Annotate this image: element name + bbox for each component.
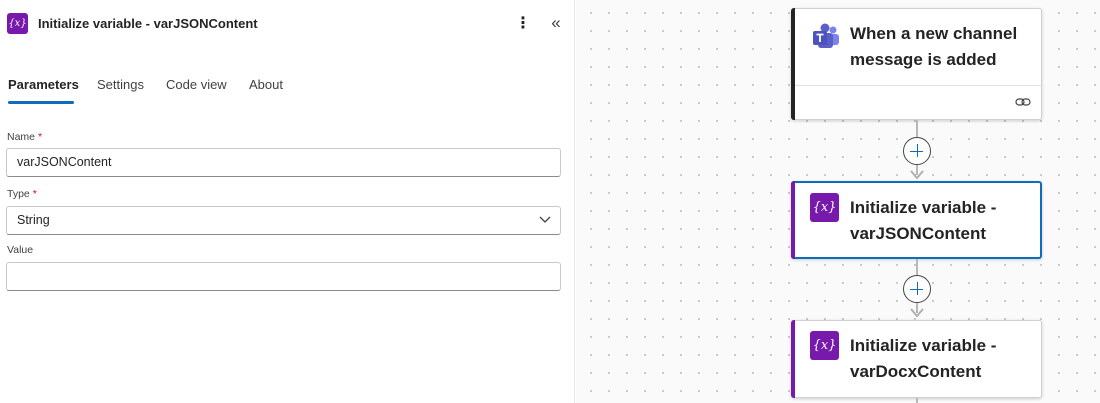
teams-icon — [813, 23, 839, 48]
plus-icon-v — [916, 282, 918, 295]
trigger-title-line2: message is added — [850, 50, 997, 69]
required-marker: * — [38, 131, 43, 143]
app-root: {x} Initialize variable - varJSONContent… — [0, 0, 1100, 403]
link-icon[interactable] — [1015, 95, 1031, 109]
action-title-line1: Initialize variable - — [850, 336, 997, 355]
more-options-icon[interactable]: ⋮ — [514, 13, 532, 35]
type-label: Type * — [7, 188, 37, 200]
connector-arrow-icon — [910, 170, 924, 180]
variable-icon: {x} — [7, 13, 28, 34]
tab-code-view[interactable]: Code view — [166, 72, 227, 106]
trigger-title-line1: When a new channel — [850, 24, 1018, 43]
name-input[interactable]: varJSONContent — [6, 148, 561, 177]
card-accent — [791, 181, 795, 259]
connector-line — [916, 398, 918, 403]
action-title-line1: Initialize variable - — [850, 198, 997, 217]
value-label: Value — [7, 244, 34, 256]
card-accent — [791, 320, 795, 398]
connector-line — [916, 259, 918, 276]
variable-icon: {x} — [810, 193, 839, 222]
panel-header: {x} Initialize variable - varJSONContent… — [0, 0, 575, 48]
collapse-panel-icon[interactable]: « — [546, 12, 566, 34]
variable-icon: {x} — [810, 331, 839, 360]
value-input[interactable] — [6, 262, 561, 291]
required-marker: * — [32, 188, 37, 200]
type-label-text: Type — [7, 188, 30, 200]
active-tab-indicator — [8, 101, 74, 104]
tab-about[interactable]: About — [249, 72, 283, 106]
card-footer — [795, 85, 1041, 119]
add-step-button[interactable] — [903, 275, 931, 303]
action-title-line2: varJSONContent — [850, 224, 987, 243]
connector-arrow-icon — [910, 308, 924, 318]
action-title-line2: varDocxContent — [850, 362, 982, 381]
panel-tabs: Parameters Settings Code view About — [0, 72, 575, 106]
add-step-button[interactable] — [903, 137, 931, 165]
trigger-card-new-channel-message[interactable]: When a new channel message is added — [791, 8, 1042, 120]
chevron-down-icon — [539, 216, 551, 223]
tab-settings[interactable]: Settings — [97, 72, 144, 106]
name-label-text: Name — [7, 131, 36, 143]
type-select-value: String — [17, 213, 50, 227]
action-card-initialize-vardocxcontent[interactable]: {x} Initialize variable - varDocxContent — [791, 320, 1042, 398]
flow-canvas[interactable]: When a new channel message is added {x} … — [576, 0, 1100, 403]
connector-line — [916, 120, 918, 138]
action-card-initialize-varjsoncontent[interactable]: {x} Initialize variable - varJSONContent — [791, 181, 1042, 259]
name-label: Name * — [7, 131, 42, 143]
type-select[interactable]: String — [6, 206, 561, 235]
panel-title: Initialize variable - varJSONContent — [38, 16, 258, 31]
plus-icon-v — [916, 144, 918, 157]
action-details-panel: {x} Initialize variable - varJSONContent… — [0, 0, 575, 403]
